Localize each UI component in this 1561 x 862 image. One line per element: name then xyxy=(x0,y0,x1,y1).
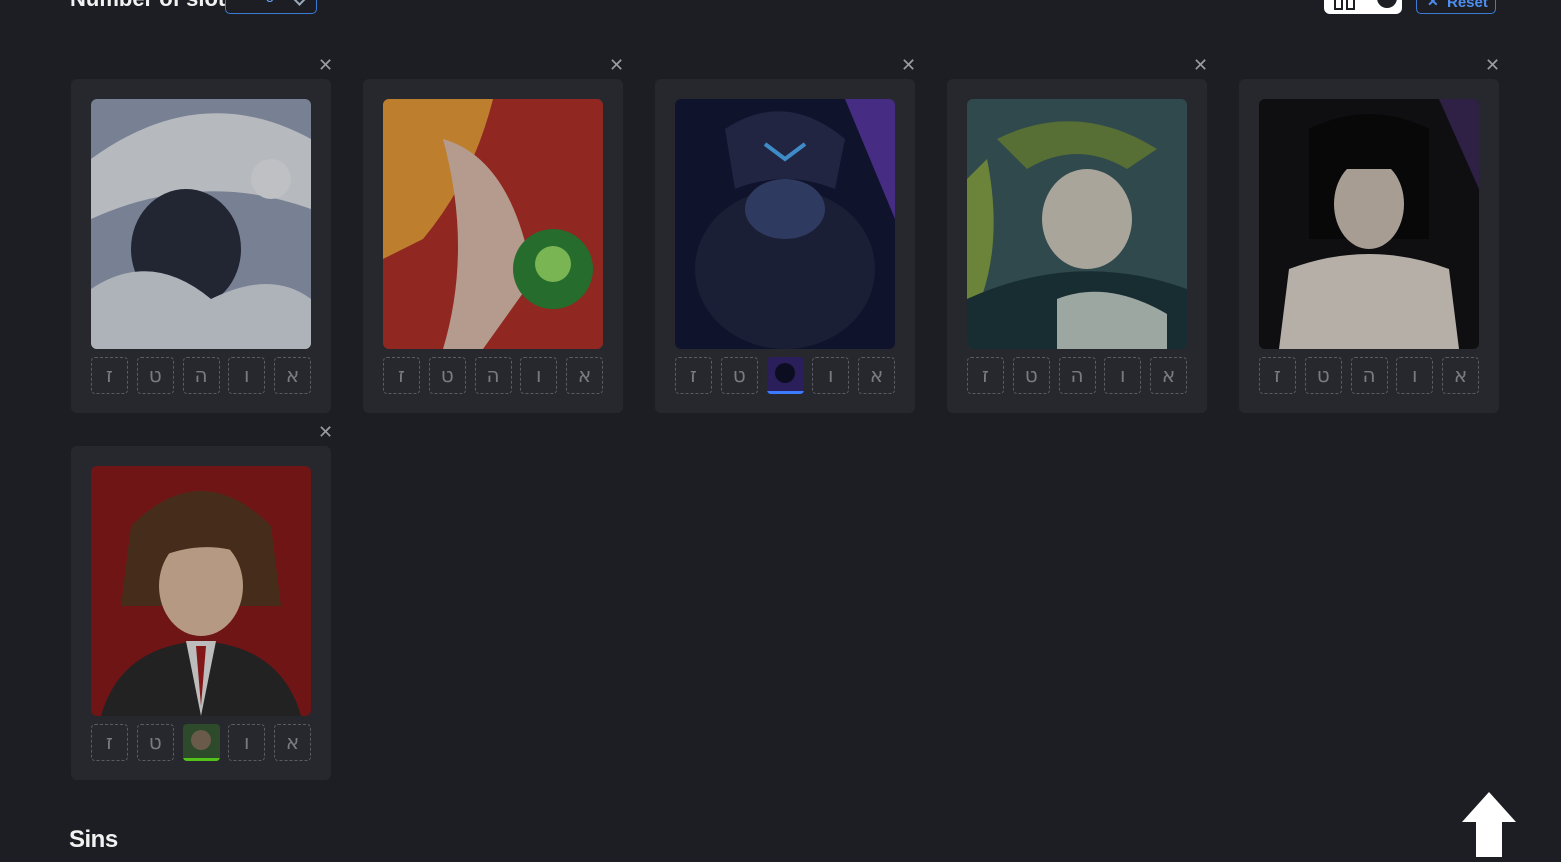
slot-chip[interactable]: ז xyxy=(675,357,712,394)
card-1: זטהוא xyxy=(71,79,331,413)
equipped-portrait-icon xyxy=(182,724,220,761)
slot-chip[interactable]: ו xyxy=(228,357,266,394)
slot-chip[interactable]: ט xyxy=(1012,357,1050,394)
character-portrait[interactable] xyxy=(675,99,895,349)
slots-select-value: 5 xyxy=(266,0,274,5)
card-5: זטהוא xyxy=(1239,79,1499,413)
slot-chip[interactable]: א xyxy=(1150,357,1187,394)
remove-card-6-button[interactable]: ✕ xyxy=(318,423,333,441)
toggle-knob xyxy=(1377,0,1397,8)
header-bar: Number of slots 5 ✕ Reset xyxy=(0,0,1561,20)
slot-chip[interactable]: ה xyxy=(182,357,220,394)
slot-chips: זטהוא xyxy=(967,357,1187,394)
slot-chip[interactable]: ו xyxy=(812,357,850,394)
slot-chip[interactable]: א xyxy=(1442,357,1479,394)
remove-card-4-button[interactable]: ✕ xyxy=(1193,56,1208,74)
slot-chip[interactable]: ט xyxy=(136,357,174,394)
slot-chip[interactable]: א xyxy=(858,357,895,394)
slot-indicator-bar xyxy=(766,391,804,394)
section-title-sins: Sins xyxy=(69,826,118,853)
slot-chip[interactable]: ז xyxy=(967,357,1004,394)
slot-chip[interactable]: ט xyxy=(428,357,466,394)
slot-chip[interactable]: א xyxy=(274,724,311,761)
slot-chip[interactable]: ט xyxy=(720,357,758,394)
arrow-up-icon xyxy=(1462,792,1516,857)
slot-chips: זט וא xyxy=(675,357,895,394)
slot-chip[interactable]: ו xyxy=(228,724,266,761)
reset-button[interactable]: ✕ Reset xyxy=(1416,0,1496,14)
slot-chip[interactable]: א xyxy=(274,357,311,394)
slot-chip[interactable]: ז xyxy=(91,724,128,761)
close-icon: ✕ xyxy=(1427,0,1439,9)
slot-chips: זטהוא xyxy=(383,357,603,394)
remove-card-5-button[interactable]: ✕ xyxy=(1485,56,1500,74)
slot-chip[interactable]: ו xyxy=(1396,357,1434,394)
reset-button-label: Reset xyxy=(1447,0,1488,11)
card-4: זטהוא xyxy=(947,79,1207,413)
slot-chip[interactable]: ה xyxy=(1058,357,1096,394)
character-portrait[interactable] xyxy=(91,99,311,349)
card-3: זט וא xyxy=(655,79,915,413)
card-6: זט וא xyxy=(71,446,331,780)
card-2: זטהוא xyxy=(363,79,623,413)
slot-chip[interactable]: ז xyxy=(383,357,420,394)
slot-chips: זט וא xyxy=(91,724,311,761)
view-toggle[interactable] xyxy=(1324,0,1402,14)
slot-chip[interactable]: ז xyxy=(91,357,128,394)
slot-chip-filled[interactable] xyxy=(766,357,804,394)
slot-chip[interactable]: ט xyxy=(136,724,174,761)
equipped-portrait-icon xyxy=(766,357,804,394)
character-portrait[interactable] xyxy=(91,466,311,716)
remove-card-3-button[interactable]: ✕ xyxy=(901,56,916,74)
character-portrait[interactable] xyxy=(383,99,603,349)
remove-card-2-button[interactable]: ✕ xyxy=(609,56,624,74)
slot-chip-filled[interactable] xyxy=(182,724,220,761)
grid-view-icon xyxy=(1334,0,1356,10)
slots-select[interactable]: 5 xyxy=(225,0,317,14)
slot-chip[interactable]: ו xyxy=(520,357,558,394)
slot-chip[interactable]: ט xyxy=(1304,357,1342,394)
slots-label: Number of slots xyxy=(70,0,237,12)
slot-chip[interactable]: ז xyxy=(1259,357,1296,394)
slot-chip[interactable]: א xyxy=(566,357,603,394)
character-portrait[interactable] xyxy=(967,99,1187,349)
scroll-to-top-button[interactable] xyxy=(1460,790,1518,857)
chevron-down-icon xyxy=(293,0,306,6)
character-portrait[interactable] xyxy=(1259,99,1479,349)
slot-chips: זטהוא xyxy=(1259,357,1479,394)
slot-chips: זטהוא xyxy=(91,357,311,394)
slot-indicator-bar xyxy=(182,758,220,761)
slot-chip[interactable]: ה xyxy=(474,357,512,394)
slot-chip[interactable]: ו xyxy=(1104,357,1142,394)
remove-card-1-button[interactable]: ✕ xyxy=(318,56,333,74)
slot-chip[interactable]: ה xyxy=(1350,357,1388,394)
